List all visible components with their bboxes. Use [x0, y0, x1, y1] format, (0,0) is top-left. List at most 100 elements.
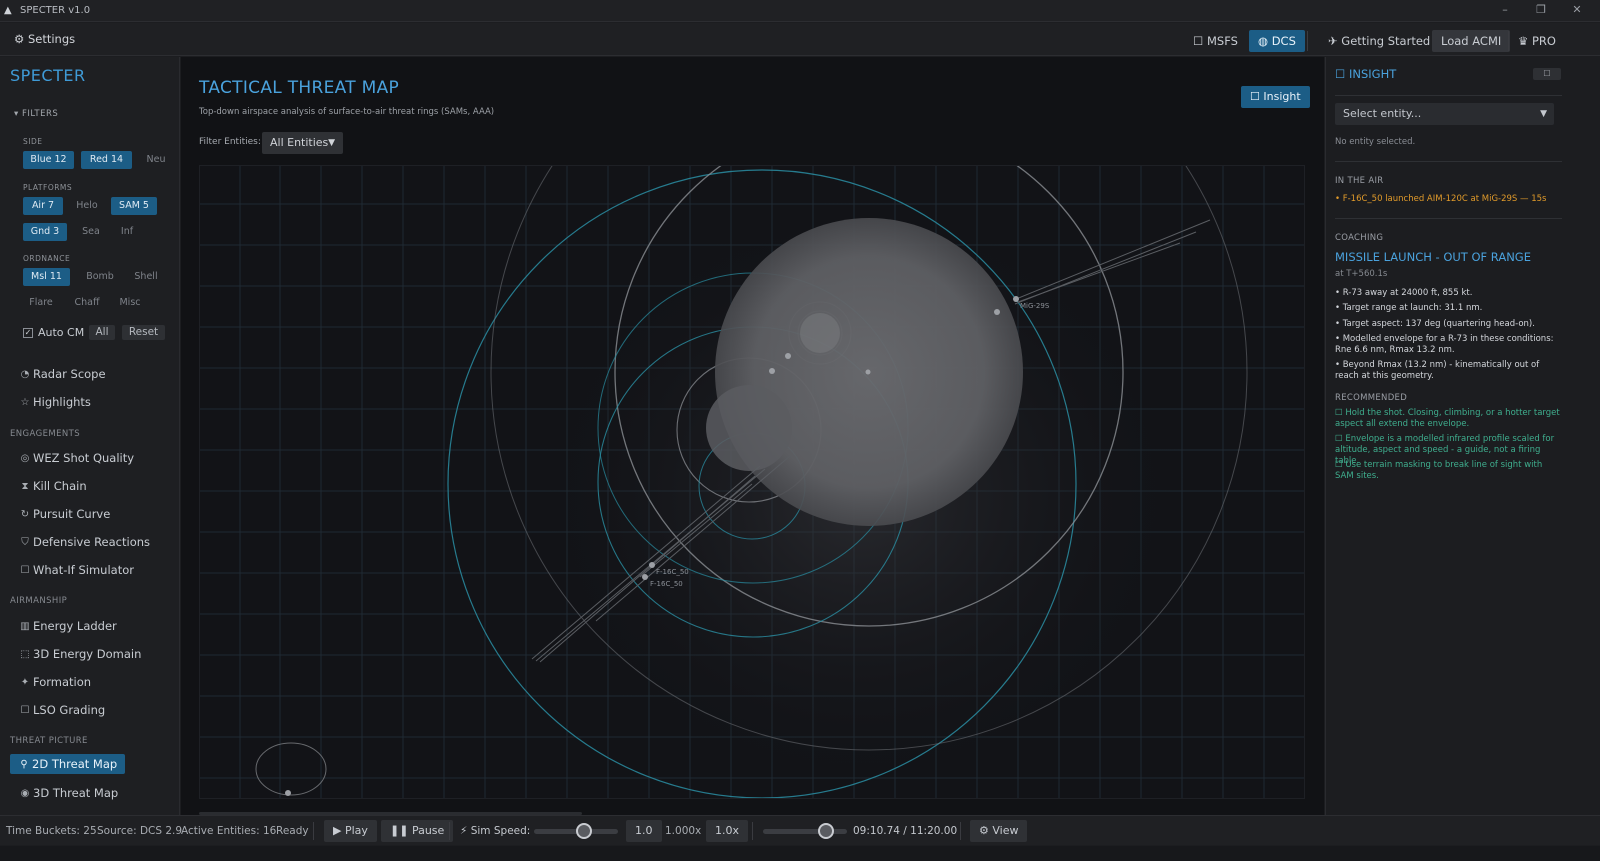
nav-pursuit-curve[interactable]: ↻ Pursuit Curve [19, 507, 111, 521]
panel-collapse-button[interactable]: ☐ [1533, 68, 1561, 80]
sim-speed-slider-thumb[interactable] [576, 823, 593, 839]
filter-entities-dropdown[interactable]: All Entities ▼ [262, 132, 343, 154]
chip-helo[interactable]: Helo [70, 197, 104, 215]
chip-misc[interactable]: Misc [114, 294, 146, 312]
pro-status-button[interactable]: ♛ PRO ACTIVE [1514, 30, 1600, 70]
nav-3d-energy-domain[interactable]: ⬚ 3D Energy Domain [19, 647, 141, 661]
status-bar: Time Buckets: 25 Source: DCS 2.9 Active … [0, 815, 1600, 845]
nav-wez-shot-quality[interactable]: ◎ WEZ Shot Quality [19, 451, 134, 465]
nav-label: Highlights [33, 395, 91, 409]
speed-reset-button[interactable]: 1.0x [706, 820, 749, 842]
nav-kill-chain[interactable]: ⧗ Kill Chain [19, 479, 86, 493]
map-pin-icon: ⚲ [20, 758, 28, 770]
brand-title: SPECTER [10, 66, 86, 85]
map-label-f16a: F-16C_50 [656, 568, 689, 576]
chip-missile[interactable]: Msl 11 [23, 268, 70, 286]
getting-started-button[interactable]: ✈ Getting Started [1319, 30, 1439, 52]
close-icon[interactable]: ✕ [1559, 0, 1595, 22]
chip-chaff[interactable]: Chaff [69, 294, 105, 312]
threat-section-label: THREAT PICTURE [10, 736, 88, 746]
speed-value-field[interactable]: 1.0 [626, 820, 662, 842]
timeline-slider-thumb[interactable] [818, 823, 834, 839]
chip-inf[interactable]: Inf [114, 223, 140, 241]
load-acmi-button[interactable]: Load ACMI [1432, 30, 1511, 52]
sidebar: SPECTER ▾ FILTERS SIDE Blue 12 Red 14 Ne… [0, 57, 180, 831]
coaching-headline: MISSILE LAUNCH - OUT OF RANGE [1335, 250, 1531, 264]
timeline-slider[interactable] [763, 829, 847, 834]
divider [1335, 95, 1562, 96]
dcs-button[interactable]: ◍ DCS [1249, 30, 1305, 52]
f16-marker-b[interactable] [642, 574, 648, 580]
filter-entities-value: All Entities [270, 136, 329, 149]
status-divider [313, 822, 314, 840]
play-button[interactable]: ▶ Play [324, 820, 377, 842]
minimize-icon[interactable]: – [1487, 0, 1523, 22]
chip-gnd[interactable]: Gnd 3 [23, 223, 67, 241]
nav-2d-threat-map[interactable]: ⚲ 2D Threat Map [10, 754, 126, 774]
insight-title-label: INSIGHT [1348, 67, 1397, 81]
all-button[interactable]: All [89, 325, 115, 340]
reset-button[interactable]: Reset [122, 325, 165, 340]
home-marker[interactable] [285, 790, 291, 796]
auto-cm-checkbox[interactable]: ✓ [23, 327, 33, 338]
threat-map-canvas[interactable]: MiG-29S F-16C_50 F-16C_50 [199, 165, 1305, 799]
sim-speed-label: ⚡ Sim Speed: [460, 825, 530, 837]
msfs-button[interactable]: ☐ MSFS [1184, 30, 1247, 52]
chip-flare[interactable]: Flare [23, 294, 59, 312]
sam-site-marker-b[interactable] [769, 368, 775, 374]
nav-lso-grading[interactable]: ☐ LSO Grading [19, 703, 106, 717]
threat-map-svg[interactable]: MiG-29S F-16C_50 F-16C_50 [200, 166, 1305, 799]
mig29-marker[interactable] [1013, 296, 1019, 302]
f16-marker-a[interactable] [649, 562, 655, 568]
shield-icon: ⛉ [21, 536, 29, 548]
cube-icon: ⬚ [20, 648, 30, 660]
settings-button[interactable]: ⚙ Settings [14, 32, 75, 46]
chip-neutral[interactable]: Neu [139, 151, 173, 169]
sam-site-marker-c[interactable] [865, 369, 871, 375]
square-icon: ☐ [20, 704, 30, 716]
source-status: Source: DCS 2.9 [97, 825, 183, 837]
wez-inner-blob [706, 385, 792, 471]
ready-status: Ready [276, 825, 309, 837]
chip-sea[interactable]: Sea [77, 223, 105, 241]
window-titlebar: ▲ SPECTER v1.0 – ❐ ✕ [0, 0, 1600, 22]
chip-shell[interactable]: Shell [127, 268, 165, 286]
insight-panel: ☐ INSIGHT ☐ Select entity... ▼ No entity… [1325, 57, 1600, 831]
chip-bomb[interactable]: Bomb [81, 268, 119, 286]
in-air-label: IN THE AIR [1335, 176, 1384, 186]
recommended-label: RECOMMENDED [1335, 393, 1408, 403]
page-subtitle: Top-down airspace analysis of surface-to… [199, 107, 495, 117]
mig29-marker-b[interactable] [994, 309, 1000, 315]
nav-defensive-reactions[interactable]: ⛉ Defensive Reactions [19, 535, 150, 549]
app-logo-icon: ▲ [4, 4, 12, 16]
sim-speed-text: Sim Speed: [470, 825, 531, 837]
nav-highlights[interactable]: ☆ Highlights [19, 395, 91, 409]
nav-energy-ladder[interactable]: ▥ Energy Ladder [19, 619, 117, 633]
chip-blue[interactable]: Blue 12 [23, 151, 74, 169]
view-button[interactable]: ⚙ View [970, 820, 1028, 842]
nav-radar-scope[interactable]: ◔ Radar Scope [19, 367, 106, 381]
filters-toggle[interactable]: ▾ FILTERS [14, 109, 58, 119]
auto-cm-toggle[interactable]: ✓ Auto CM [23, 326, 84, 339]
pause-button[interactable]: ❚❚ Pause [381, 820, 454, 842]
entity-select[interactable]: Select entity... ▼ [1335, 103, 1554, 125]
nav-label: Defensive Reactions [33, 535, 151, 549]
chip-air[interactable]: Air 7 [23, 197, 63, 215]
globe-icon: ◉ [20, 787, 30, 799]
view-label: View [992, 824, 1019, 837]
nav-label: 3D Threat Map [33, 786, 119, 800]
filter-entities-label: Filter Entities: [199, 137, 261, 147]
curve-icon: ↻ [20, 508, 30, 520]
chip-red[interactable]: Red 14 [81, 151, 132, 169]
nav-what-if-simulator[interactable]: ☐ What-If Simulator [19, 563, 134, 577]
insight-button[interactable]: ☐ Insight [1241, 86, 1310, 108]
target-icon: ◎ [20, 452, 30, 464]
plane-icon: ✈ [1328, 34, 1338, 48]
nav-3d-threat-map[interactable]: ◉ 3D Threat Map [19, 786, 119, 800]
auto-cm-label: Auto CM [38, 326, 85, 339]
no-entity-note: No entity selected. [1335, 137, 1416, 147]
restore-icon[interactable]: ❐ [1523, 0, 1559, 22]
nav-formation[interactable]: ✦ Formation [19, 675, 91, 689]
chip-sam[interactable]: SAM 5 [111, 197, 157, 215]
sam-site-marker[interactable] [785, 353, 791, 359]
